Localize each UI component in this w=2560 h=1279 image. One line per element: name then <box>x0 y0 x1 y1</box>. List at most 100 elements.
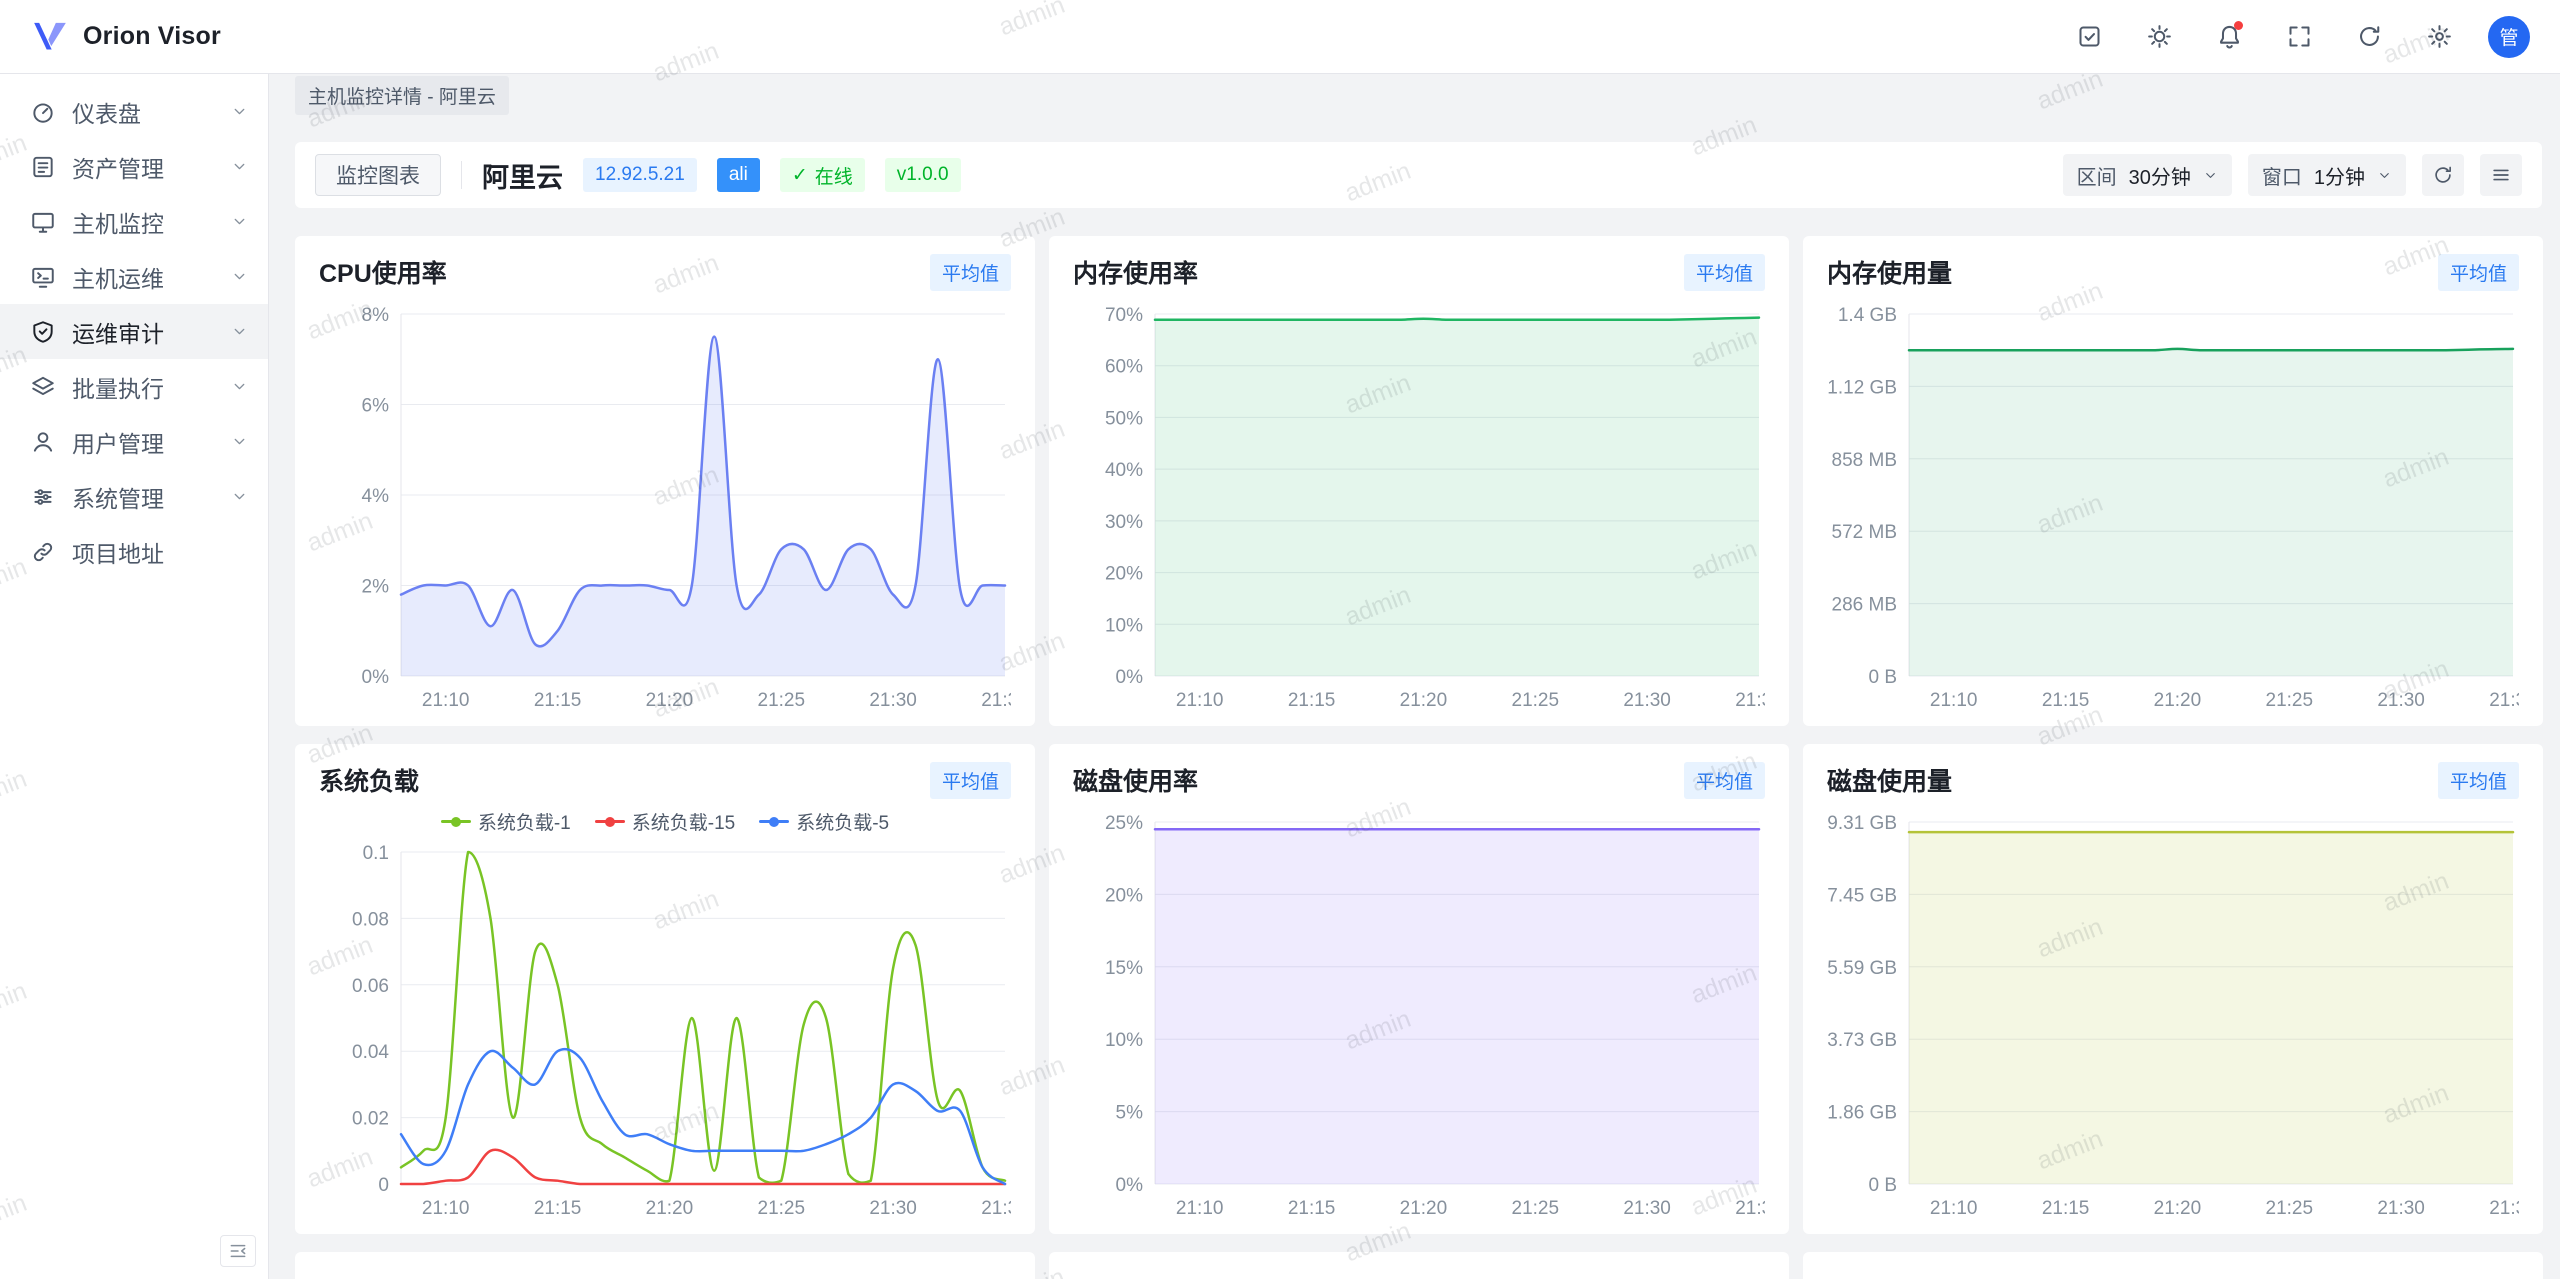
chart-canvas: 0 B286 MB572 MB858 MB1.12 GB1.4 GB21:102… <box>1827 296 2519 716</box>
legend-marker-icon <box>759 817 789 827</box>
batch-layers-icon <box>30 374 56 400</box>
logo-icon <box>30 17 70 57</box>
chart-title: 磁盘使用率 <box>1073 762 1198 798</box>
svg-text:21:15: 21:15 <box>2042 690 2090 711</box>
sidebar-item-label: 用户管理 <box>72 425 231 459</box>
chevron-down-icon <box>231 488 248 505</box>
svg-text:21:30: 21:30 <box>2377 690 2425 711</box>
svg-text:4%: 4% <box>362 486 390 507</box>
chart-badge-average: 平均值 <box>1684 254 1765 291</box>
app-name: Orion Visor <box>83 22 221 51</box>
chart-badge-average: 平均值 <box>1684 762 1765 799</box>
window-value: 1分钟 <box>2314 161 2365 190</box>
breadcrumb-item[interactable]: 主机监控详情 - 阿里云 <box>295 76 509 115</box>
app-header: Orion Visor 管 <box>0 0 2560 74</box>
legend-label: 系统负载-15 <box>632 808 735 835</box>
monitor-chart-button[interactable]: 监控图表 <box>315 154 441 196</box>
sidebar-item-user-mgmt[interactable]: 用户管理 <box>0 414 268 469</box>
user-avatar[interactable]: 管 <box>2488 16 2530 58</box>
svg-text:50%: 50% <box>1105 408 1143 429</box>
svg-text:2%: 2% <box>362 577 390 598</box>
svg-text:21:35: 21:35 <box>2489 690 2519 711</box>
svg-text:21:30: 21:30 <box>869 690 917 711</box>
check-icon: ✓ <box>792 164 808 187</box>
chart-controls: 区间 30分钟 窗口 1分钟 <box>2063 154 2522 196</box>
breadcrumb: 主机监控详情 - 阿里云 <box>269 74 2560 116</box>
host-ops-icon <box>30 264 56 290</box>
window-label: 窗口 <box>2262 161 2302 190</box>
sidebar-item-host-monitor[interactable]: 主机监控 <box>0 194 268 249</box>
interval-select[interactable]: 区间 30分钟 <box>2063 154 2232 196</box>
app-logo: Orion Visor <box>30 17 221 57</box>
svg-text:21:25: 21:25 <box>1512 1198 1560 1219</box>
svg-text:20%: 20% <box>1105 885 1143 906</box>
chart-title: 系统负载 <box>319 762 419 798</box>
legend-item[interactable]: 系统负载-1 <box>441 808 571 835</box>
chart-title: CPU使用率 <box>319 254 447 290</box>
check-square-icon[interactable] <box>2068 16 2110 58</box>
theme-sun-icon[interactable] <box>2138 16 2180 58</box>
svg-text:3.73 GB: 3.73 GB <box>1827 1030 1897 1051</box>
legend-item[interactable]: 系统负载-15 <box>595 808 735 835</box>
svg-text:6%: 6% <box>362 396 390 417</box>
charts-refresh-button[interactable] <box>2422 154 2464 196</box>
svg-text:0 B: 0 B <box>1868 667 1897 688</box>
link-icon <box>30 539 56 565</box>
svg-text:21:30: 21:30 <box>1623 690 1671 711</box>
chart-header: 内存使用率平均值 <box>1073 254 1765 290</box>
svg-text:0: 0 <box>378 1175 389 1196</box>
svg-text:21:20: 21:20 <box>1400 1198 1448 1219</box>
svg-text:1.86 GB: 1.86 GB <box>1827 1103 1897 1124</box>
chart-card-mem-pct: 内存使用率平均值0%10%20%30%40%50%60%70%21:1021:1… <box>1049 236 1789 726</box>
sidebar-collapse-button[interactable] <box>220 1235 256 1267</box>
chart-card-partial <box>1803 1252 2543 1279</box>
legend-label: 系统负载-5 <box>796 808 889 835</box>
svg-text:21:25: 21:25 <box>758 690 806 711</box>
chart-list-button[interactable] <box>2480 154 2522 196</box>
audit-shield-icon <box>30 319 56 345</box>
notifications-bell-icon[interactable] <box>2208 16 2250 58</box>
fullscreen-icon[interactable] <box>2278 16 2320 58</box>
system-sliders-icon <box>30 484 56 510</box>
svg-text:21:20: 21:20 <box>2154 1198 2202 1219</box>
chart-canvas: 00.020.040.060.080.121:1021:1521:2021:25… <box>319 804 1011 1224</box>
sidebar-item-dashboard[interactable]: 仪表盘 <box>0 84 268 139</box>
chart-title: 内存使用量 <box>1827 254 1952 290</box>
host-name: 阿里云 <box>482 156 563 195</box>
sidebar-item-label: 主机监控 <box>72 205 231 239</box>
svg-text:15%: 15% <box>1105 958 1143 979</box>
notification-dot <box>2234 21 2243 30</box>
chart-card-partial <box>1049 1252 1789 1279</box>
chevron-down-icon <box>2203 168 2218 183</box>
svg-text:0%: 0% <box>1116 667 1144 688</box>
window-select[interactable]: 窗口 1分钟 <box>2248 154 2406 196</box>
header-actions: 管 <box>2068 16 2530 58</box>
settings-gear-icon[interactable] <box>2418 16 2460 58</box>
svg-text:7.45 GB: 7.45 GB <box>1827 885 1897 906</box>
legend-item[interactable]: 系统负载-5 <box>759 808 889 835</box>
user-icon <box>30 429 56 455</box>
svg-text:21:10: 21:10 <box>1930 690 1978 711</box>
host-code-tag: ali <box>717 158 760 192</box>
chart-legend: 系统负载-1 系统负载-15 系统负载-5 <box>295 808 1035 835</box>
chevron-down-icon <box>231 268 248 285</box>
svg-text:21:30: 21:30 <box>2377 1198 2425 1219</box>
chart-canvas: 0 B1.86 GB3.73 GB5.59 GB7.45 GB9.31 GB21… <box>1827 804 2519 1224</box>
chart-title: 磁盘使用量 <box>1827 762 1952 798</box>
refresh-icon[interactable] <box>2348 16 2390 58</box>
chart-badge-average: 平均值 <box>2438 254 2519 291</box>
sidebar-item-assets[interactable]: 资产管理 <box>0 139 268 194</box>
svg-text:21:35: 21:35 <box>981 690 1011 711</box>
sidebar-item-ops-audit[interactable]: 运维审计 <box>0 304 268 359</box>
sidebar-item-label: 仪表盘 <box>72 95 231 129</box>
svg-text:30%: 30% <box>1105 512 1143 533</box>
sidebar-item-project-link[interactable]: 项目地址 <box>0 524 268 579</box>
assets-icon <box>30 154 56 180</box>
sidebar-item-system-mgmt[interactable]: 系统管理 <box>0 469 268 524</box>
svg-text:0.06: 0.06 <box>352 976 389 997</box>
sidebar-item-label: 运维审计 <box>72 315 231 349</box>
dashboard-icon <box>30 99 56 125</box>
sidebar-item-batch-exec[interactable]: 批量执行 <box>0 359 268 414</box>
svg-text:10%: 10% <box>1105 615 1143 636</box>
sidebar-item-host-ops[interactable]: 主机运维 <box>0 249 268 304</box>
